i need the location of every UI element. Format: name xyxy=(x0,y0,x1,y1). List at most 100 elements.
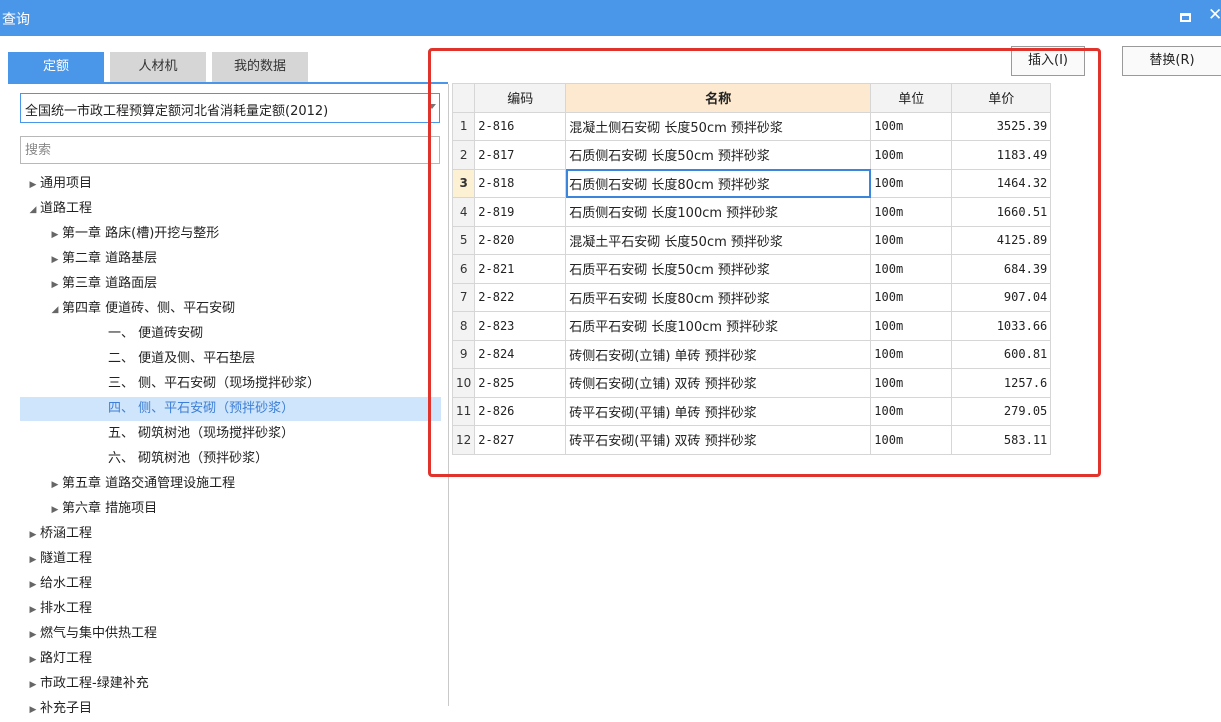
tree-item[interactable]: ▶ 第二章 道路基层 xyxy=(20,247,441,271)
cell-name[interactable]: 石质平石安砌 长度100cm 预拌砂浆 xyxy=(565,311,872,341)
expand-arrow-icon[interactable]: ▶ xyxy=(48,473,62,497)
cell-code[interactable]: 2-822 xyxy=(474,282,567,312)
row-number[interactable]: 4 xyxy=(451,197,476,227)
table-row[interactable]: 5 2-820 混凝土平石安砌 长度50cm 预拌砂浆 100m 4125.89 xyxy=(451,225,1052,255)
tree-item[interactable]: ▶ 燃气与集中供热工程 xyxy=(20,622,441,646)
tree-item[interactable]: 四、 侧、平石安砌（预拌砂浆） xyxy=(20,397,441,421)
cell-price[interactable]: 1033.66 xyxy=(951,311,1052,341)
cell-unit[interactable]: 100m xyxy=(870,368,953,398)
search-box[interactable] xyxy=(20,136,440,164)
cell-price[interactable]: 1257.6 xyxy=(951,368,1052,398)
table-row[interactable]: 9 2-824 砖侧石安砌(立铺) 单砖 预拌砂浆 100m 600.81 xyxy=(451,339,1052,369)
table-row[interactable]: 1 2-816 混凝土侧石安砌 长度50cm 预拌砂浆 100m 3525.39 xyxy=(451,111,1052,141)
cell-price[interactable]: 684.39 xyxy=(951,254,1052,284)
quota-library-select[interactable]: 全国统一市政工程预算定额河北省消耗量定额(2012) xyxy=(20,93,440,123)
table-row[interactable]: 7 2-822 石质平石安砌 长度80cm 预拌砂浆 100m 907.04 xyxy=(451,282,1052,312)
row-number[interactable]: 8 xyxy=(451,311,476,341)
expand-arrow-icon[interactable]: ▶ xyxy=(26,548,40,572)
expand-arrow-icon[interactable]: ▶ xyxy=(48,273,62,297)
chevron-down-icon[interactable] xyxy=(428,104,436,109)
table-row[interactable]: 6 2-821 石质平石安砌 长度50cm 预拌砂浆 100m 684.39 xyxy=(451,254,1052,284)
cell-unit[interactable]: 100m xyxy=(870,254,953,284)
cell-price[interactable]: 1660.51 xyxy=(951,197,1052,227)
cell-code[interactable]: 2-827 xyxy=(474,425,567,455)
tree-item[interactable]: 一、 便道砖安砌 xyxy=(20,322,441,346)
cell-name[interactable]: 石质平石安砌 长度80cm 预拌砂浆 xyxy=(565,282,872,312)
expand-arrow-icon[interactable]: ▶ xyxy=(26,523,40,547)
column-header-code[interactable]: 编码 xyxy=(474,83,567,113)
tree-item[interactable]: ▶ 通用项目 xyxy=(20,172,441,196)
cell-code[interactable]: 2-826 xyxy=(474,396,567,426)
tree-item[interactable]: ▶ 第六章 措施项目 xyxy=(20,497,441,521)
table-row[interactable]: 12 2-827 砖平石安砌(平铺) 双砖 预拌砂浆 100m 583.11 xyxy=(451,425,1052,455)
cell-unit[interactable]: 100m xyxy=(870,396,953,426)
table-row[interactable]: 3 2-818 石质侧石安砌 长度80cm 预拌砂浆 100m 1464.32 xyxy=(451,168,1052,198)
tree-item[interactable]: 六、 砌筑树池（预拌砂浆） xyxy=(20,447,441,471)
cell-name[interactable]: 砖侧石安砌(立铺) 单砖 预拌砂浆 xyxy=(565,339,872,369)
column-header-unit[interactable]: 单位 xyxy=(870,83,953,113)
tree-item[interactable]: ▶ 第一章 路床(槽)开挖与整形 xyxy=(20,222,441,246)
expand-arrow-icon[interactable]: ▶ xyxy=(26,573,40,597)
expand-arrow-icon[interactable]: ▶ xyxy=(48,498,62,522)
cell-code[interactable]: 2-823 xyxy=(474,311,567,341)
expand-arrow-icon[interactable]: ▶ xyxy=(26,698,40,722)
cell-name[interactable]: 砖平石安砌(平铺) 双砖 预拌砂浆 xyxy=(565,425,872,455)
cell-code[interactable]: 2-818 xyxy=(474,168,567,198)
table-row[interactable]: 10 2-825 砖侧石安砌(立铺) 双砖 预拌砂浆 100m 1257.6 xyxy=(451,368,1052,398)
cell-price[interactable]: 1183.49 xyxy=(951,140,1052,170)
expand-arrow-icon[interactable]: ▶ xyxy=(26,673,40,697)
cell-unit[interactable]: 100m xyxy=(870,425,953,455)
row-number[interactable]: 3 xyxy=(451,168,476,198)
expand-arrow-icon[interactable]: ▶ xyxy=(26,623,40,647)
tree-item[interactable]: ▶ 补充子目 xyxy=(20,697,441,721)
cell-name[interactable]: 石质侧石安砌 长度80cm 预拌砂浆 xyxy=(565,168,872,198)
cell-name[interactable]: 混凝土平石安砌 长度50cm 预拌砂浆 xyxy=(565,225,872,255)
cell-name[interactable]: 石质平石安砌 长度50cm 预拌砂浆 xyxy=(565,254,872,284)
tree-item[interactable]: ▶ 隧道工程 xyxy=(20,547,441,571)
cell-unit[interactable]: 100m xyxy=(870,311,953,341)
close-icon[interactable]: ✕ xyxy=(1208,5,1221,25)
tree-item[interactable]: ▶ 第三章 道路面层 xyxy=(20,272,441,296)
table-row[interactable]: 4 2-819 石质侧石安砌 长度100cm 预拌砂浆 100m 1660.51 xyxy=(451,197,1052,227)
expand-arrow-icon[interactable]: ▶ xyxy=(26,648,40,672)
tree-item[interactable]: ▶ 路灯工程 xyxy=(20,647,441,671)
insert-button[interactable]: 插入(I) xyxy=(1011,46,1085,76)
cell-unit[interactable]: 100m xyxy=(870,282,953,312)
tree-item[interactable]: 五、 砌筑树池（现场搅拌砂浆） xyxy=(20,422,441,446)
row-number[interactable]: 12 xyxy=(451,425,476,455)
tree-item[interactable]: ▶ 给水工程 xyxy=(20,572,441,596)
tree-item[interactable]: 二、 便道及侧、平石垫层 xyxy=(20,347,441,371)
tree-item[interactable]: ▶ 排水工程 xyxy=(20,597,441,621)
row-number[interactable]: 9 xyxy=(451,339,476,369)
tab-labor-material-machine[interactable]: 人材机 xyxy=(110,52,206,82)
tab-my-data[interactable]: 我的数据 xyxy=(212,52,308,82)
replace-button[interactable]: 替换(R) xyxy=(1122,46,1221,76)
column-header-price[interactable]: 单价 xyxy=(951,83,1052,113)
row-number[interactable]: 11 xyxy=(451,396,476,426)
maximize-icon[interactable] xyxy=(1180,13,1191,22)
cell-name[interactable]: 砖侧石安砌(立铺) 双砖 预拌砂浆 xyxy=(565,368,872,398)
cell-price[interactable]: 907.04 xyxy=(951,282,1052,312)
search-input[interactable] xyxy=(21,137,439,163)
cell-price[interactable]: 600.81 xyxy=(951,339,1052,369)
cell-name[interactable]: 石质侧石安砌 长度100cm 预拌砂浆 xyxy=(565,197,872,227)
cell-code[interactable]: 2-820 xyxy=(474,225,567,255)
row-number[interactable]: 2 xyxy=(451,140,476,170)
cell-price[interactable]: 1464.32 xyxy=(951,168,1052,198)
tab-quota[interactable]: 定额 xyxy=(8,52,104,82)
row-number[interactable]: 10 xyxy=(451,368,476,398)
expand-arrow-icon[interactable]: ▶ xyxy=(48,248,62,272)
cell-unit[interactable]: 100m xyxy=(870,339,953,369)
tree-item[interactable]: 三、 侧、平石安砌（现场搅拌砂浆） xyxy=(20,372,441,396)
collapse-arrow-icon[interactable]: ◢ xyxy=(26,198,40,222)
tree-item[interactable]: ◢ 第四章 便道砖、侧、平石安砌 xyxy=(20,297,441,321)
cell-code[interactable]: 2-821 xyxy=(474,254,567,284)
cell-code[interactable]: 2-825 xyxy=(474,368,567,398)
row-number[interactable]: 5 xyxy=(451,225,476,255)
panel-divider[interactable] xyxy=(448,84,449,706)
cell-unit[interactable]: 100m xyxy=(870,111,953,141)
cell-unit[interactable]: 100m xyxy=(870,140,953,170)
table-row[interactable]: 2 2-817 石质侧石安砌 长度50cm 预拌砂浆 100m 1183.49 xyxy=(451,140,1052,170)
collapse-arrow-icon[interactable]: ◢ xyxy=(48,298,62,322)
row-number[interactable]: 1 xyxy=(451,111,476,141)
